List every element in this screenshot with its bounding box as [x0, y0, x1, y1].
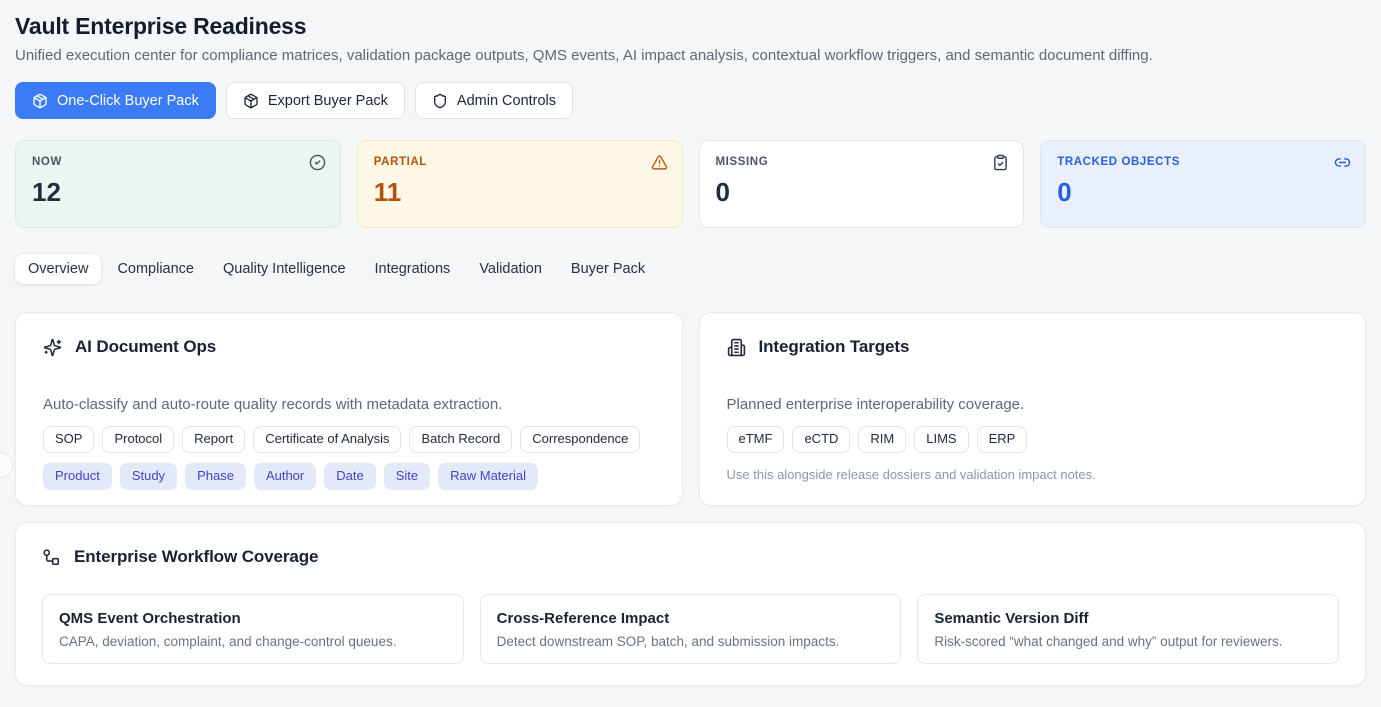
workflow-icon	[42, 548, 61, 567]
integration-targets-description: Planned enterprise interoperability cove…	[727, 396, 1339, 413]
tab[interactable]: Integrations	[362, 254, 464, 284]
ai-document-ops-title: AI Document Ops	[75, 337, 216, 357]
stat-label: PARTIAL	[374, 156, 666, 168]
integration-chip: LIMS	[914, 426, 968, 453]
workflow-item-title: QMS Event Orchestration	[59, 610, 447, 627]
clipboard-check-icon	[992, 154, 1009, 171]
metadata-chip: Author	[254, 463, 316, 490]
integration-chip: eCTD	[792, 426, 850, 453]
metadata-chip-row: Product Study Phase Author Date Site Raw…	[43, 463, 655, 490]
doc-type-chip: Batch Record	[409, 426, 512, 453]
tab[interactable]: Overview	[15, 254, 101, 284]
action-button[interactable]: One-Click Buyer Pack	[15, 82, 216, 119]
page-subtitle: Unified execution center for compliance …	[15, 47, 1366, 64]
workflow-item-title: Cross-Reference Impact	[497, 610, 885, 627]
check-circle-icon	[309, 154, 326, 171]
doc-type-chip: Certificate of Analysis	[253, 426, 401, 453]
action-button-label: One-Click Buyer Pack	[57, 93, 199, 109]
integration-chip: eTMF	[727, 426, 785, 453]
stat-card: MISSING 0	[699, 140, 1025, 228]
stat-card: TRACKED OBJECTS 0	[1040, 140, 1366, 228]
doc-type-chip: Correspondence	[520, 426, 640, 453]
integration-chip: RIM	[858, 426, 906, 453]
workflow-item-description: Detect downstream SOP, batch, and submis…	[497, 634, 885, 649]
stat-label: MISSING	[716, 156, 1008, 168]
warning-triangle-icon	[651, 154, 668, 171]
workflow-item: Cross-Reference Impact Detect downstream…	[480, 594, 902, 664]
stat-card: PARTIAL 11	[357, 140, 683, 228]
stat-label: TRACKED OBJECTS	[1057, 156, 1349, 168]
stat-card: NOW 12	[15, 140, 341, 228]
metadata-chip: Raw Material	[438, 463, 538, 490]
page-title: Vault Enterprise Readiness	[15, 13, 1366, 40]
sparkles-icon	[43, 338, 62, 357]
action-button-row: One-Click Buyer Pack Export Buyer Pack A…	[15, 82, 1366, 119]
package-icon	[243, 93, 259, 109]
integration-targets-note: Use this alongside release dossiers and …	[727, 467, 1339, 482]
metadata-chip: Site	[384, 463, 430, 490]
shield-icon	[432, 93, 448, 109]
doc-type-chip: Protocol	[102, 426, 174, 453]
stat-value: 11	[374, 177, 666, 208]
workflow-coverage-card: Enterprise Workflow Coverage QMS Event O…	[15, 522, 1366, 686]
integration-targets-title: Integration Targets	[759, 337, 910, 357]
stat-value: 0	[716, 177, 1008, 208]
workflow-item: QMS Event Orchestration CAPA, deviation,…	[42, 594, 464, 664]
metadata-chip: Study	[120, 463, 177, 490]
tab[interactable]: Buyer Pack	[558, 254, 658, 284]
metadata-chip: Product	[43, 463, 112, 490]
action-button[interactable]: Export Buyer Pack	[226, 82, 405, 119]
tab[interactable]: Quality Intelligence	[210, 254, 359, 284]
page-root: Vault Enterprise Readiness Unified execu…	[0, 0, 1381, 686]
integration-targets-card: Integration Targets Planned enterprise i…	[699, 312, 1367, 506]
metadata-chip: Phase	[185, 463, 246, 490]
building-icon	[727, 338, 746, 357]
ai-document-ops-card: AI Document Ops Auto-classify and auto-r…	[15, 312, 683, 506]
workflow-item-description: Risk-scored “what changed and why” outpu…	[934, 634, 1322, 649]
action-button-label: Admin Controls	[457, 93, 556, 109]
tab[interactable]: Validation	[466, 254, 555, 284]
workflow-item-grid: QMS Event Orchestration CAPA, deviation,…	[42, 594, 1339, 664]
metadata-chip: Date	[324, 463, 375, 490]
workflow-item-description: CAPA, deviation, complaint, and change-c…	[59, 634, 447, 649]
tab-bar: Overview Compliance Quality Intelligence…	[15, 254, 1366, 284]
workflow-coverage-title: Enterprise Workflow Coverage	[74, 547, 318, 567]
stat-card-row: NOW 12 PARTIAL 11 MISSING 0 TRACKED OBJE…	[15, 140, 1366, 228]
integration-chip: ERP	[977, 426, 1028, 453]
link-icon	[1334, 154, 1351, 171]
action-button-label: Export Buyer Pack	[268, 93, 388, 109]
stat-label: NOW	[32, 156, 324, 168]
doc-type-chip: Report	[182, 426, 245, 453]
ai-document-ops-description: Auto-classify and auto-route quality rec…	[43, 396, 655, 413]
package-icon	[32, 93, 48, 109]
stat-value: 0	[1057, 177, 1349, 208]
stat-value: 12	[32, 177, 324, 208]
workflow-item-title: Semantic Version Diff	[934, 610, 1322, 627]
action-button[interactable]: Admin Controls	[415, 82, 573, 119]
integration-chip-row: eTMF eCTD RIM LIMS ERP	[727, 426, 1339, 453]
tab[interactable]: Compliance	[104, 254, 207, 284]
doc-type-chip-row: SOP Protocol Report Certificate of Analy…	[43, 426, 655, 453]
overview-grid: AI Document Ops Auto-classify and auto-r…	[15, 312, 1366, 506]
workflow-item: Semantic Version Diff Risk-scored “what …	[917, 594, 1339, 664]
doc-type-chip: SOP	[43, 426, 94, 453]
